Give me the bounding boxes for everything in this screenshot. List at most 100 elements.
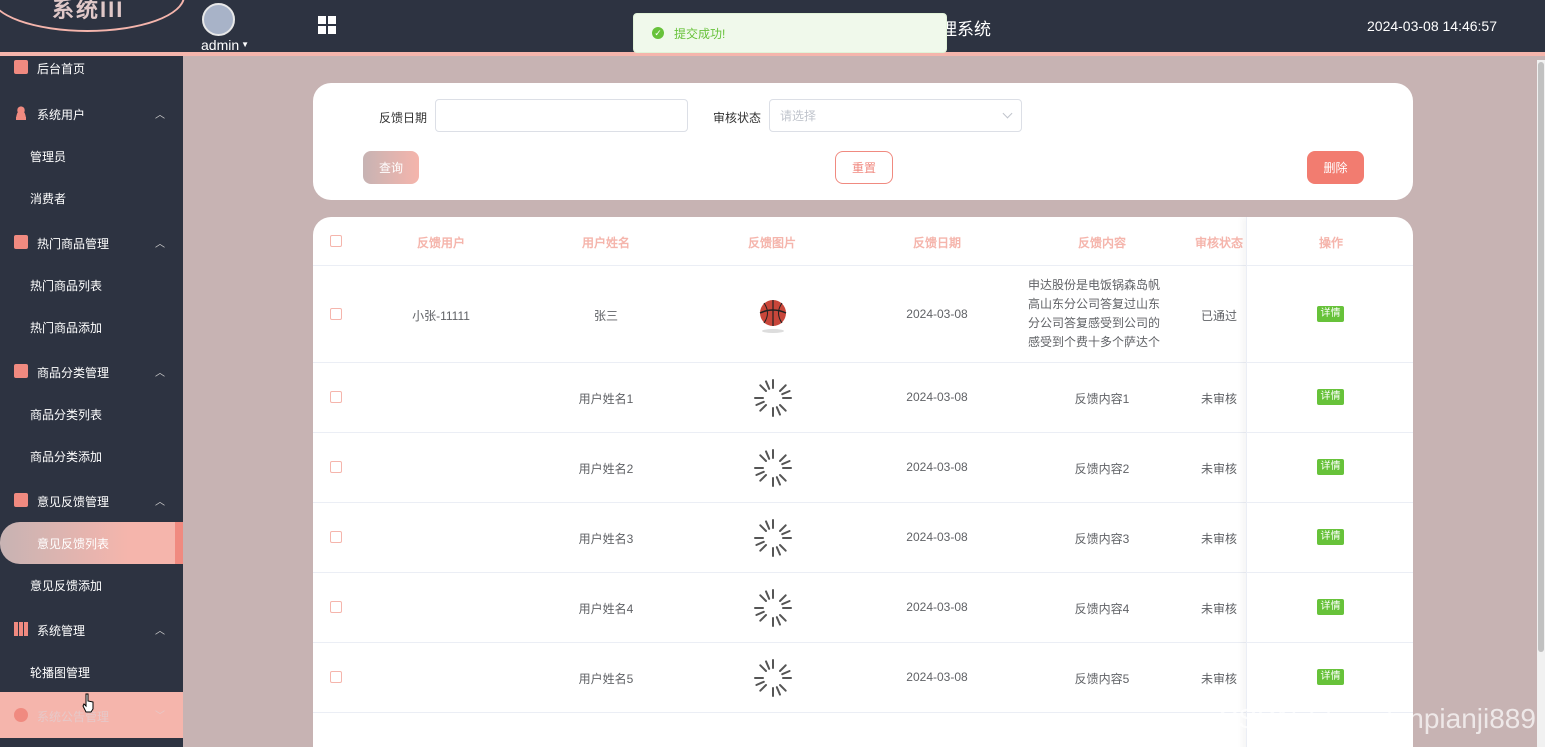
chevron-up-icon: ︿ <box>155 626 165 637</box>
sidebar-item-category-add[interactable]: 商品分类添加 <box>0 441 183 471</box>
bar-chart-icon <box>14 622 28 636</box>
sidebar-item-consumer[interactable]: 消费者 <box>0 183 183 213</box>
fixed-action-column <box>1246 217 1413 747</box>
user-menu[interactable]: admin ▼ <box>201 37 249 53</box>
chart-icon <box>14 235 28 249</box>
sidebar-item-label: 热门商品管理 <box>37 237 110 251</box>
logo-text: 系统III <box>52 0 125 22</box>
user-name: 用户姓名4 <box>578 602 634 616</box>
chevron-down-icon <box>1002 108 1013 119</box>
review-status: 已通过 <box>1200 309 1237 323</box>
sidebar-group-system-users[interactable]: 系统用户 ︿ <box>0 98 183 128</box>
review-status: 未审核 <box>1200 602 1237 616</box>
column-header: 审核状态 <box>1194 236 1243 250</box>
sidebar-item-feedback-list[interactable]: 意见反馈列表 <box>0 522 183 564</box>
feedback-content: 反馈内容4 <box>1074 602 1130 616</box>
feedback-content: 反馈内容2 <box>1074 462 1130 476</box>
sidebar-item-category-list[interactable]: 商品分类列表 <box>0 399 183 429</box>
feedback-date: 2024-03-08 <box>906 670 968 684</box>
delete-button[interactable]: 删除 <box>1307 151 1364 184</box>
basketball-image[interactable] <box>759 295 787 333</box>
sidebar-item-hot-product-add[interactable]: 热门商品添加 <box>0 312 183 342</box>
query-button[interactable]: 查询 <box>363 151 419 184</box>
loading-spinner-icon <box>754 449 792 487</box>
row-checkbox[interactable] <box>330 461 342 473</box>
toast-message: 提交成功! <box>674 26 726 41</box>
date-label: 反馈日期 <box>379 111 428 125</box>
reset-button[interactable]: 重置 <box>835 151 893 184</box>
user-name: 张三 <box>593 309 618 323</box>
check-circle-icon: ✓ <box>652 27 664 39</box>
info-icon <box>14 708 28 722</box>
feedback-date: 2024-03-08 <box>906 600 968 614</box>
review-status: 未审核 <box>1200 392 1237 406</box>
datetime: 2024-03-08 14:46:57 <box>1367 18 1497 34</box>
sidebar-item-dashboard[interactable]: 后台首页 <box>0 56 183 78</box>
sidebar-item-feedback-add[interactable]: 意见反馈添加 <box>0 570 183 600</box>
feedback-user: 小张-11111 <box>412 309 470 323</box>
search-panel: 反馈日期 审核状态 请选择 查询 重置 删除 <box>313 83 1413 200</box>
row-checkbox[interactable] <box>330 531 342 543</box>
sidebar-item-label: 系统公告管理 <box>37 710 110 724</box>
user-name: 用户姓名2 <box>578 462 634 476</box>
grid-menu-icon[interactable] <box>318 16 336 34</box>
status-select[interactable]: 请选择 <box>769 99 1022 132</box>
feedback-content: 反馈内容1 <box>1074 392 1130 406</box>
system-title: 理系统 <box>940 20 991 39</box>
chevron-down-icon: ﹀ <box>155 711 165 722</box>
row-checkbox[interactable] <box>330 308 342 320</box>
user-name: 用户姓名3 <box>578 532 634 546</box>
feedback-date: 2024-03-08 <box>906 307 968 321</box>
feedback-content: 反馈内容5 <box>1074 672 1130 686</box>
date-field[interactable] <box>435 99 688 132</box>
feedback-content: 反馈内容3 <box>1074 532 1130 546</box>
chevron-up-icon: ︿ <box>155 239 165 250</box>
loading-spinner-icon <box>754 379 792 417</box>
sidebar-item-label: 系统管理 <box>37 624 86 638</box>
monitor-icon <box>14 60 28 74</box>
success-toast: ✓ 提交成功! <box>633 13 947 53</box>
row-checkbox[interactable] <box>330 601 342 613</box>
status-placeholder: 请选择 <box>780 109 817 123</box>
user-name: 用户姓名1 <box>578 392 634 406</box>
scrollbar-thumb[interactable] <box>1538 62 1544 652</box>
loading-spinner-icon <box>754 659 792 697</box>
review-status: 未审核 <box>1200 672 1237 686</box>
column-header: 反馈图片 <box>747 236 796 250</box>
watermark: CSDN @vx_danpianji889 <box>1218 703 1536 734</box>
sidebar-item-label: 后台首页 <box>37 62 86 76</box>
sidebar-item-carousel[interactable]: 轮播图管理 <box>0 657 183 687</box>
feedback-date: 2024-03-08 <box>906 530 968 544</box>
sidebar-group-category[interactable]: 商品分类管理 ︿ <box>0 356 183 386</box>
sidebar-group-feedback[interactable]: 意见反馈管理 ︿ <box>0 485 183 515</box>
caret-down-icon: ▼ <box>241 40 250 49</box>
loading-spinner-icon <box>754 519 792 557</box>
row-checkbox[interactable] <box>330 391 342 403</box>
sidebar-item-admin[interactable]: 管理员 <box>0 141 183 171</box>
sidebar-item-label: 系统用户 <box>37 108 86 122</box>
feedback-date: 2024-03-08 <box>906 460 968 474</box>
column-header: 用户姓名 <box>581 236 630 250</box>
sidebar: 后台首页 系统用户 ︿ 管理员 消费者 热门商品管理 ︿ 热门商品列表 热门商品… <box>0 56 183 747</box>
user-name: 用户姓名5 <box>578 672 634 686</box>
chevron-up-icon: ︿ <box>155 368 165 379</box>
sidebar-item-hot-product-list[interactable]: 热门商品列表 <box>0 270 183 300</box>
column-header: 反馈日期 <box>912 236 961 250</box>
sidebar-item-label: 意见反馈管理 <box>37 495 110 509</box>
feedback-date: 2024-03-08 <box>906 390 968 404</box>
chart-icon <box>14 364 28 378</box>
row-checkbox[interactable] <box>330 671 342 683</box>
column-header: 反馈内容 <box>1077 236 1126 250</box>
chevron-up-icon: ︿ <box>155 497 165 508</box>
review-status: 未审核 <box>1200 462 1237 476</box>
sidebar-group-system[interactable]: 系统管理 ︿ <box>0 614 183 644</box>
avatar[interactable] <box>202 3 235 36</box>
status-label: 审核状态 <box>713 111 762 125</box>
select-all-checkbox[interactable] <box>330 235 342 247</box>
review-status: 未审核 <box>1200 532 1237 546</box>
column-header: 反馈用户 <box>416 236 465 250</box>
chevron-up-icon: ︿ <box>155 110 165 121</box>
sidebar-group-hot-products[interactable]: 热门商品管理 ︿ <box>0 227 183 257</box>
feedback-content: 申达股份是电饭锅森岛帆高山东分公司答复过山东分公司答复感受到公司的感受到个费十多… <box>1028 278 1161 349</box>
chart-icon <box>14 493 28 507</box>
